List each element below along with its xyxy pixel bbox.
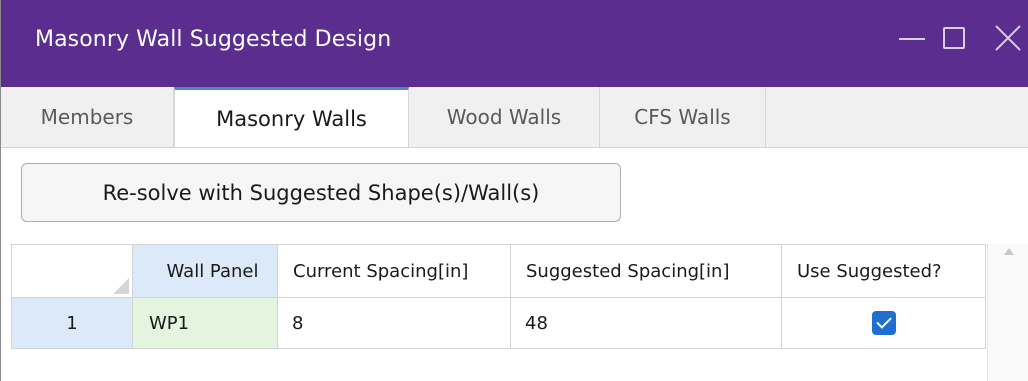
tab-divider xyxy=(1,147,1028,148)
scroll-up-arrow-icon[interactable] xyxy=(1004,248,1014,255)
current-spacing-cell[interactable]: 8 xyxy=(277,297,511,349)
table-row[interactable]: 1 WP1 8 48 xyxy=(11,297,986,349)
select-all-corner[interactable] xyxy=(11,244,133,298)
wall-panel-cell[interactable]: WP1 xyxy=(132,297,278,349)
column-header-suggested-spacing[interactable]: Suggested Spacing[in] xyxy=(510,244,782,298)
column-header-use-suggested[interactable]: Use Suggested? xyxy=(781,244,986,298)
tab-members[interactable]: Members xyxy=(1,87,174,147)
tab-masonry-walls[interactable]: Masonry Walls xyxy=(174,87,409,148)
use-suggested-cell[interactable] xyxy=(781,297,986,349)
title-bar: Masonry Wall Suggested Design xyxy=(1,0,1028,87)
tab-cfs-walls[interactable]: CFS Walls xyxy=(600,87,766,147)
corner-triangle-icon xyxy=(113,278,129,294)
table-header-row: Wall Panel Current Spacing[in] Suggested… xyxy=(11,244,986,298)
window-title: Masonry Wall Suggested Design xyxy=(35,27,392,52)
suggested-design-table: Wall Panel Current Spacing[in] Suggested… xyxy=(11,244,986,349)
column-header-current-spacing[interactable]: Current Spacing[in] xyxy=(277,244,511,298)
column-header-wall-panel[interactable]: Wall Panel xyxy=(132,244,278,298)
tab-bar: Members Masonry Walls Wood Walls CFS Wal… xyxy=(1,87,1028,148)
maximize-icon[interactable] xyxy=(941,22,975,56)
suggested-spacing-cell[interactable]: 48 xyxy=(510,297,782,349)
minimize-icon[interactable] xyxy=(897,22,931,56)
dialog-window: Masonry Wall Suggested Design Members Ma… xyxy=(0,0,1028,381)
resolve-button[interactable]: Re-solve with Suggested Shape(s)/Wall(s) xyxy=(21,163,621,222)
close-icon[interactable] xyxy=(989,22,1023,56)
use-suggested-checkbox[interactable] xyxy=(871,311,896,335)
row-number[interactable]: 1 xyxy=(11,297,133,349)
tab-wood-walls[interactable]: Wood Walls xyxy=(409,87,600,147)
vertical-scrollbar[interactable] xyxy=(987,244,1028,381)
